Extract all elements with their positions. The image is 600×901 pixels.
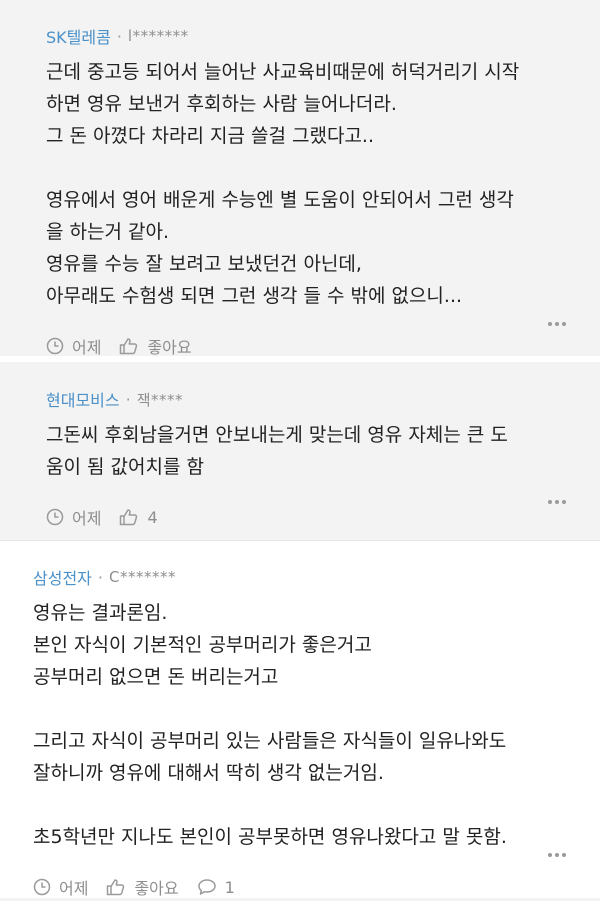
like-count: 4 xyxy=(147,507,158,527)
time-text: 어제 xyxy=(72,338,102,357)
time-text: 어제 xyxy=(59,879,89,898)
comment-line: 근데 중고등 되어서 늘어난 사교육비때문에 허덕거리기 시작 xyxy=(46,61,520,83)
user-id: l******* xyxy=(127,27,189,45)
separator-dot: · xyxy=(97,567,103,587)
comment-line: 그 돈 아꼈다 차라리 지금 쓸걸 그랬다고.. xyxy=(46,125,374,147)
comment-feed: SK텔레콤 · l******* 근데 중고등 되어서 늘어난 사교육비때문에 … xyxy=(0,0,600,898)
like-button[interactable]: 좋아요 xyxy=(119,334,192,358)
separator-dot: · xyxy=(116,26,122,46)
time-item: 어제 xyxy=(33,875,88,899)
comment-body: 그돈씨 후회남을거면 안보내는게 맞는데 영유 자체는 큰 도 움이 됨 값어치… xyxy=(46,419,600,483)
like-button[interactable]: 좋아요 xyxy=(106,875,179,899)
comment-item: 현대모비스 · 잭**** 그돈씨 후회남을거면 안보내는게 맞는데 영유 자체… xyxy=(0,362,600,540)
comment-line: 본인 자식이 기본적인 공부머리가 좋은거고 xyxy=(33,634,372,656)
like-button[interactable]: 4 xyxy=(119,507,158,527)
comment-item: 삼성전자 · C******* 영유는 결과론임. 본인 자식이 기본적인 공부… xyxy=(0,540,600,898)
thumbs-up-icon xyxy=(120,338,138,355)
comment-line: 영유는 결과론임. xyxy=(33,602,168,624)
comment-meta: 삼성전자 · C******* xyxy=(33,565,600,589)
speech-bubble-icon xyxy=(197,879,216,895)
comment-body: 근데 중고등 되어서 늘어난 사교육비때문에 허덕거리기 시작 하면 영유 보낸… xyxy=(46,56,600,312)
comment-footer: 어제 4 xyxy=(46,503,600,531)
like-label: 좋아요 xyxy=(147,338,192,357)
comment-line: 그돈씨 후회남을거면 안보내는게 맞는데 영유 자체는 큰 도 xyxy=(46,424,508,446)
clock-icon xyxy=(46,508,64,526)
comment-line: 움이 됨 값어치를 함 xyxy=(46,456,204,478)
comment-meta: 현대모비스 · 잭**** xyxy=(46,387,600,411)
like-label: 좋아요 xyxy=(134,879,179,898)
comment-line: 공부머리 없으면 돈 버리는거고 xyxy=(33,666,279,688)
user-id: C******* xyxy=(108,568,176,586)
comment-footer: 어제 좋아요 1 xyxy=(33,873,600,901)
comment-line: 을 하는거 같아. xyxy=(46,221,169,243)
thumbs-up-icon xyxy=(107,879,125,896)
comment-meta: SK텔레콤 · l******* xyxy=(46,24,600,48)
comment-footer: 어제 좋아요 xyxy=(46,332,600,360)
user-id: 잭**** xyxy=(136,390,184,409)
comment-line: 그리고 자식이 공부머리 있는 사람들은 자식들이 일유나와도 xyxy=(33,730,507,752)
reply-button[interactable]: 1 xyxy=(197,878,235,897)
clock-icon xyxy=(46,337,64,355)
time-item: 어제 xyxy=(46,334,101,358)
comment-line: 초5학년만 지나도 본인이 공부못하면 영유나왔다고 말 못함. xyxy=(33,826,507,848)
reply-count: 1 xyxy=(224,877,235,897)
comment-line: 하면 영유 보낸거 후회하는 사람 늘어나더라. xyxy=(46,93,397,115)
more-options-button[interactable] xyxy=(548,853,566,857)
comment-line: 영유를 수능 잘 보려고 보냈던건 아닌데, xyxy=(46,253,362,275)
comment-body: 영유는 결과론임. 본인 자식이 기본적인 공부머리가 좋은거고 공부머리 없으… xyxy=(33,597,600,853)
comment-line: 영유에서 영어 배운게 수능엔 별 도움이 안되어서 그런 생각 xyxy=(46,189,514,211)
comment-line: 잘하니까 영유에 대해서 딱히 생각 없는거임. xyxy=(33,762,384,784)
company-name[interactable]: SK텔레콤 xyxy=(46,24,111,48)
separator-dot: · xyxy=(125,389,131,409)
more-options-button[interactable] xyxy=(548,500,566,504)
company-name[interactable]: 현대모비스 xyxy=(46,387,120,411)
more-options-button[interactable] xyxy=(548,322,566,326)
time-item: 어제 xyxy=(46,505,101,529)
thumbs-up-icon xyxy=(120,509,138,526)
clock-icon xyxy=(33,878,51,896)
time-text: 어제 xyxy=(72,509,102,528)
comment-item: SK텔레콤 · l******* 근데 중고등 되어서 늘어난 사교육비때문에 … xyxy=(0,0,600,357)
company-name[interactable]: 삼성전자 xyxy=(33,565,92,589)
comment-line: 아무래도 수험생 되면 그런 생각 들 수 밖에 없으니... xyxy=(46,285,463,307)
